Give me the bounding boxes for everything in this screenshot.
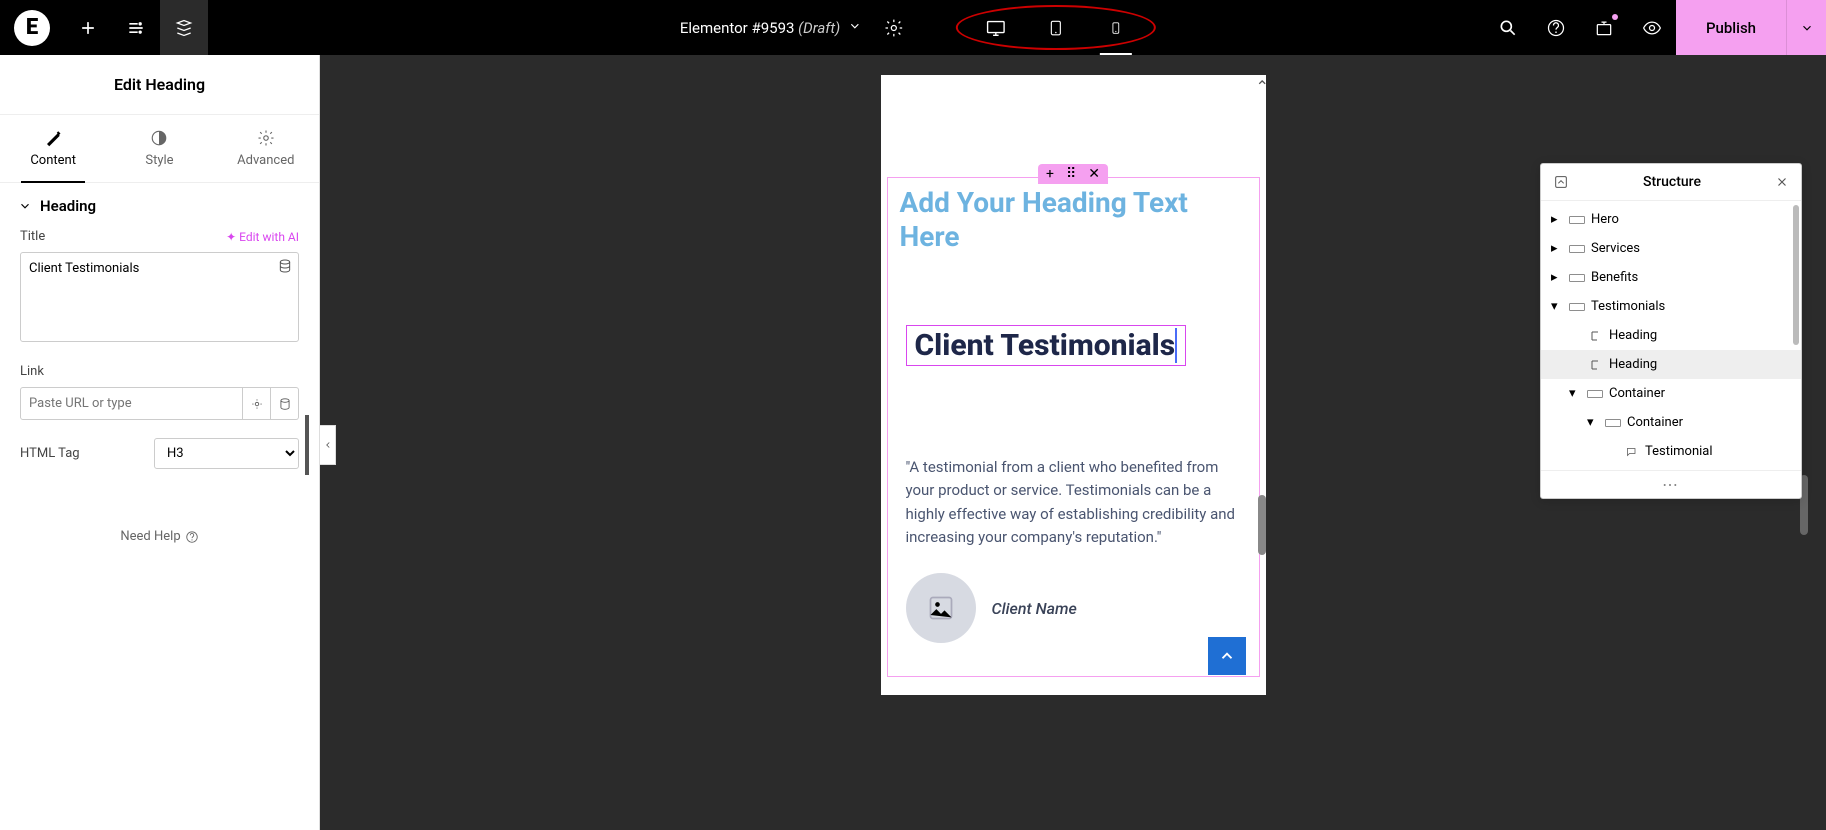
testimonial-text[interactable]: "A testimonial from a client who benefit…: [906, 456, 1241, 549]
add-element-button[interactable]: [64, 0, 112, 55]
structure-more-icon[interactable]: ⋯: [1541, 470, 1801, 498]
responsive-mobile-button[interactable]: [1086, 0, 1146, 55]
client-name[interactable]: Client Name: [992, 599, 1077, 618]
section-heading-toggle[interactable]: Heading: [0, 183, 319, 229]
document-dropdown-icon[interactable]: [848, 18, 862, 37]
canvas-scrollbar[interactable]: [1258, 495, 1266, 555]
edit-with-ai-link[interactable]: ✦ Edit with AI: [226, 230, 299, 244]
scroll-to-top-button[interactable]: [1208, 637, 1246, 675]
site-settings-button[interactable]: [112, 0, 160, 55]
link-label: Link: [20, 364, 44, 379]
resize-handle-left[interactable]: [305, 415, 309, 475]
structure-collapse-icon[interactable]: [1553, 174, 1569, 190]
link-options-button[interactable]: [243, 387, 271, 420]
tab-content[interactable]: Content: [0, 115, 106, 182]
tree-item-testimonials[interactable]: ▾Testimonials: [1541, 292, 1801, 321]
structure-toggle-button[interactable]: [160, 0, 208, 55]
tree-item-services[interactable]: ▸Services: [1541, 234, 1801, 263]
structure-title: Structure: [1569, 174, 1775, 190]
client-avatar[interactable]: [906, 573, 976, 643]
responsive-desktop-button[interactable]: [966, 0, 1026, 55]
publish-options-button[interactable]: [1786, 0, 1826, 55]
add-section-icon[interactable]: +: [1046, 166, 1054, 182]
tab-style[interactable]: Style: [106, 115, 212, 182]
preview-canvas: ⌃ + ⠿ ✕ Add Your Heading Text Here Clien…: [881, 75, 1266, 695]
structure-scrollbar[interactable]: [1793, 205, 1799, 345]
help-button[interactable]: [1532, 0, 1580, 55]
tree-item-heading-2[interactable]: Heading: [1541, 350, 1801, 379]
title-textarea[interactable]: Client Testimonials: [20, 252, 299, 342]
elementor-logo[interactable]: E: [14, 10, 50, 46]
finder-search-button[interactable]: [1484, 0, 1532, 55]
heading-placeholder[interactable]: Add Your Heading Text Here: [888, 178, 1259, 261]
structure-panel: Structure ▸Hero ▸Services ▸Benefits ▾Tes…: [1540, 163, 1802, 499]
need-help-link[interactable]: Need Help: [20, 529, 299, 544]
structure-close-icon[interactable]: [1775, 175, 1789, 189]
drag-section-icon[interactable]: ⠿: [1066, 166, 1076, 182]
delete-section-icon[interactable]: ✕: [1088, 166, 1100, 182]
html-tag-label: HTML Tag: [20, 446, 80, 461]
tree-item-container-1[interactable]: ▾Container: [1541, 379, 1801, 408]
document-title: Elementor #9593 (Draft): [680, 19, 840, 37]
tab-advanced[interactable]: Advanced: [213, 115, 319, 182]
link-dynamic-button[interactable]: [271, 387, 299, 420]
container-element[interactable]: + ⠿ ✕ Add Your Heading Text Here Client …: [887, 177, 1260, 677]
responsive-tablet-button[interactable]: [1026, 0, 1086, 55]
publish-button[interactable]: Publish: [1676, 0, 1786, 55]
whats-new-button[interactable]: [1580, 0, 1628, 55]
tree-item-heading-1[interactable]: Heading: [1541, 321, 1801, 350]
title-label: Title: [20, 229, 45, 244]
tree-item-testimonial[interactable]: Testimonial: [1541, 437, 1801, 466]
scroll-up-icon[interactable]: ⌃: [1256, 77, 1264, 96]
tree-item-container-2[interactable]: ▾Container: [1541, 408, 1801, 437]
html-tag-select[interactable]: H3: [154, 438, 299, 469]
panel-collapse-button[interactable]: [320, 425, 336, 465]
tree-item-benefits[interactable]: ▸Benefits: [1541, 263, 1801, 292]
preview-button[interactable]: [1628, 0, 1676, 55]
page-settings-button[interactable]: [870, 0, 918, 55]
dynamic-tags-icon[interactable]: [277, 258, 293, 274]
tree-item-hero[interactable]: ▸Hero: [1541, 205, 1801, 234]
panel-title: Edit Heading: [0, 55, 319, 115]
heading-element-selected[interactable]: Client Testimonials: [906, 325, 1187, 366]
link-input[interactable]: [20, 387, 243, 420]
